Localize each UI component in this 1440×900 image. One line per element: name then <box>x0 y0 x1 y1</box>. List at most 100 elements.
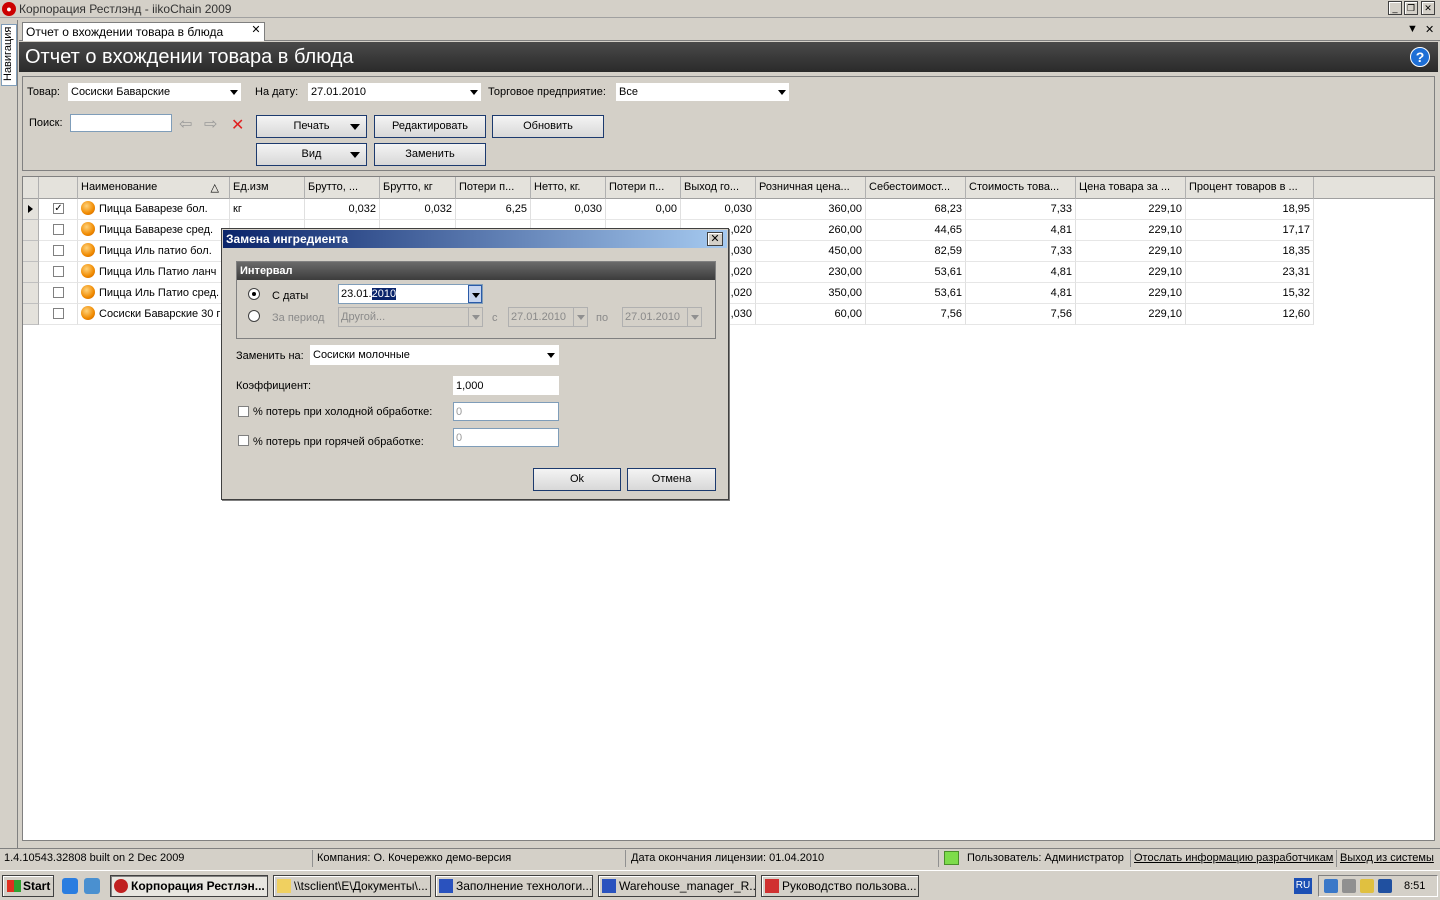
volume-icon[interactable] <box>1342 879 1356 893</box>
period-select[interactable]: Другой... <box>338 307 483 327</box>
row-selector[interactable] <box>23 283 39 304</box>
show-desktop-icon[interactable] <box>84 878 100 894</box>
restore-button[interactable]: ❐ <box>1404 1 1418 15</box>
internet-explorer-icon[interactable] <box>62 878 78 894</box>
name-cell: Пицца Баварезе бол. <box>78 199 230 220</box>
edit-button[interactable]: Редактировать <box>374 115 486 138</box>
network-icon[interactable] <box>1324 879 1338 893</box>
brutto_kg-value: 0,032 <box>424 203 452 215</box>
yield-value: ,020 <box>730 287 752 299</box>
chevron-down-icon[interactable] <box>468 285 482 303</box>
yield-value: ,030 <box>730 308 752 320</box>
row-checkbox[interactable] <box>53 245 64 256</box>
product-select[interactable]: Сосиски Баварские <box>68 83 241 101</box>
arrow-left-icon[interactable]: ⇦ <box>179 114 192 134</box>
taskbar-item-word-doc[interactable]: Warehouse_manager_R... <box>598 875 756 897</box>
name-cell: Сосиски Баварские 30 г <box>78 304 230 325</box>
taskbar-item-pdf[interactable]: Руководство пользова... <box>761 875 919 897</box>
table-row[interactable]: ✓ Пицца Баварезе бол. кг 0,032 0,032 6,25 0,03… <box>23 199 1314 220</box>
column-header[interactable]: Розничная цена... <box>756 177 866 199</box>
column-header[interactable]: Наименование △ <box>78 177 230 199</box>
product-value: Сосиски Баварские <box>71 86 171 98</box>
search-label: Поиск: <box>29 117 63 129</box>
replace-with-select[interactable]: Сосиски молочные <box>310 345 559 365</box>
column-header[interactable]: Потери п... <box>606 177 681 199</box>
period-to-date[interactable]: 27.01.2010 <box>622 307 702 327</box>
minimize-button[interactable]: _ <box>1388 1 1402 15</box>
row-selector[interactable] <box>23 304 39 325</box>
tab-report[interactable]: Отчет о вхождении товара в блюда ✕ <box>22 22 265 41</box>
tab-close-icon[interactable]: ✕ <box>250 25 262 37</box>
cancel-button[interactable]: Отмена <box>627 468 716 491</box>
taskbar-item-word-doc[interactable]: Заполнение технологи... <box>435 875 593 897</box>
dish-icon <box>81 200 95 215</box>
from-date-label: С даты <box>272 290 309 302</box>
tab-list-chevron-icon[interactable]: ▼ <box>1407 23 1418 35</box>
row-checkbox[interactable] <box>53 224 64 235</box>
hot-loss-checkbox[interactable] <box>238 435 249 446</box>
taskbar-item-folder[interactable]: \\tsclient\E\Документы\... <box>273 875 431 897</box>
replace-button[interactable]: Заменить <box>374 143 486 166</box>
row-checkbox[interactable]: ✓ <box>53 203 64 214</box>
cold-loss-label: % потерь при холодной обработке: <box>253 406 433 418</box>
logout-link[interactable]: Выход из системы <box>1340 852 1434 864</box>
price-cell: 229,10 <box>1076 241 1186 262</box>
period-from-value: 27.01.2010 <box>511 311 567 323</box>
help-icon[interactable]: ? <box>1410 47 1430 67</box>
goods_cost-cell: 7,33 <box>966 241 1076 262</box>
chevron-down-icon <box>544 346 558 364</box>
date-select[interactable]: 27.01.2010 <box>308 83 481 101</box>
netto-value: 0,030 <box>574 203 602 215</box>
document-tabs: Отчет о вхождении товара в блюда ✕ ▼ ✕ <box>19 20 1440 41</box>
current-row-pointer-icon <box>28 205 33 213</box>
from-date-radio[interactable] <box>248 288 260 300</box>
goods_cost-cell: 4,81 <box>966 220 1076 241</box>
column-header[interactable]: Стоимость това... <box>966 177 1076 199</box>
coefficient-input[interactable]: 1,000 <box>453 376 559 395</box>
column-header[interactable]: Брутто, кг <box>380 177 456 199</box>
column-header[interactable]: Ед.изм <box>230 177 305 199</box>
security-icon[interactable] <box>1360 879 1374 893</box>
taskbar-item-iikochain[interactable]: Корпорация Рестлэн... <box>110 875 268 897</box>
row-checkbox[interactable] <box>53 287 64 298</box>
cold-loss-input[interactable]: 0 <box>453 402 559 421</box>
language-indicator[interactable]: RU <box>1294 878 1312 894</box>
search-input[interactable] <box>70 114 172 132</box>
column-header[interactable]: Брутто, ... <box>305 177 380 199</box>
row-selector[interactable] <box>23 262 39 283</box>
goods_cost-value: 7,33 <box>1050 203 1072 215</box>
hot-loss-input[interactable]: 0 <box>453 428 559 447</box>
row-selector[interactable] <box>23 199 39 220</box>
row-selector[interactable] <box>23 220 39 241</box>
row-checkbox[interactable] <box>53 266 64 277</box>
navigation-tab[interactable]: Навигация <box>1 24 17 86</box>
column-header[interactable]: Потери п... <box>456 177 531 199</box>
arrow-right-icon[interactable]: ⇨ <box>204 114 217 134</box>
period-from-date[interactable]: 27.01.2010 <box>508 307 588 327</box>
from-date-input[interactable]: 23.01.2010 <box>338 284 483 304</box>
start-button[interactable]: Start <box>2 875 54 897</box>
refresh-button[interactable]: Обновить <box>492 115 604 138</box>
cold-loss-checkbox[interactable] <box>238 406 249 417</box>
column-header[interactable]: Выход го... <box>681 177 756 199</box>
dialog-close-button[interactable]: ✕ <box>707 232 723 246</box>
column-header-label: Наименование <box>81 181 158 193</box>
column-header[interactable]: Процент товаров в ... <box>1186 177 1314 199</box>
row-selector[interactable] <box>23 241 39 262</box>
clear-search-icon[interactable]: ✕ <box>231 115 244 135</box>
column-header[interactable]: Себестоимост... <box>866 177 966 199</box>
ok-button[interactable]: Ok <box>533 468 621 491</box>
row-checkbox[interactable] <box>53 308 64 319</box>
column-header[interactable]: Нетто, кг. <box>531 177 606 199</box>
send-info-link[interactable]: Отослать информацию разработчикам <box>1134 852 1333 864</box>
bluetooth-icon[interactable] <box>1378 879 1392 893</box>
view-button[interactable]: Вид <box>256 143 367 166</box>
period-radio[interactable] <box>248 310 260 322</box>
yield-value: 0,030 <box>724 203 752 215</box>
column-header[interactable]: Цена товара за ... <box>1076 177 1186 199</box>
yield-cell: 0,030 <box>681 199 756 220</box>
store-select[interactable]: Все <box>616 83 789 101</box>
close-window-button[interactable]: ✕ <box>1421 1 1435 15</box>
close-all-tabs-icon[interactable]: ✕ <box>1425 23 1434 36</box>
print-button[interactable]: Печать <box>256 115 367 138</box>
